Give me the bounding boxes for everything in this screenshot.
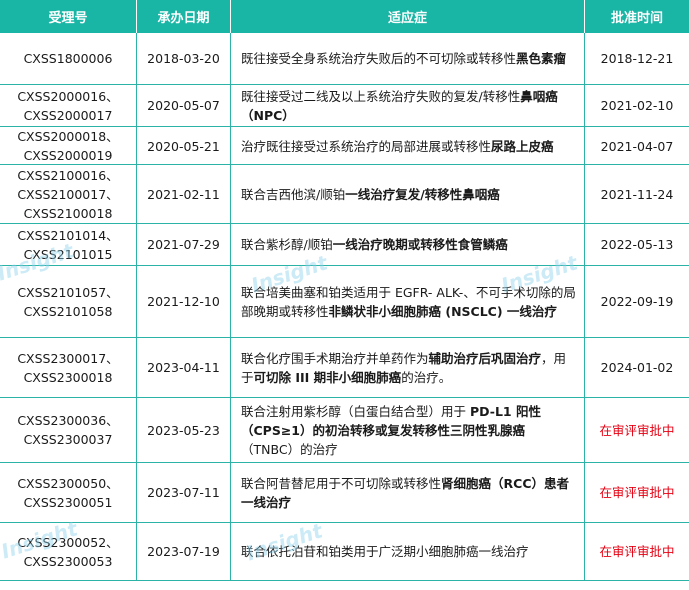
- indication-text: 联合依托泊苷和铂类用于广泛期小细胞肺癌一线治疗: [241, 544, 529, 559]
- cell-indication: 治疗既往接受过系统治疗的局部进展或转移性尿路上皮癌: [231, 127, 585, 165]
- cell-acceptance-id: CXSS2300017、 CXSS2300018: [0, 338, 137, 397]
- cell-acceptance-id: CXSS2300036、 CXSS2300037: [0, 398, 137, 462]
- table-row: CXSS2300017、 CXSS2300018 2023-04-11 联合化疗围手术…: [0, 338, 689, 398]
- table-row: CXSS1800006 2018-03-20 既往接受全身系统治疗失败后的不可切除或…: [0, 33, 689, 85]
- acceptance-id: CXSS2300052、: [17, 534, 119, 550]
- cell-approval-date: 2018-12-21: [600, 51, 674, 66]
- indication-text: 既往接受过二线及以上系统治疗失败的复发/转移性: [241, 88, 521, 104]
- cell-approval-date: 2022-05-13: [600, 237, 674, 252]
- indication-highlight: 一线治疗复发/转移性鼻咽癌: [345, 186, 500, 202]
- table-row: CXSS2000018、 CXSS2000019 2020-05-21 治疗既往接受过…: [0, 127, 689, 165]
- cell-indication: 联合紫杉醇/顺铂一线治疗晚期或转移性食管鳞癌: [231, 224, 585, 265]
- cell-date: 2021-07-29: [137, 224, 231, 265]
- indication-text: 联合紫杉醇/顺铂: [241, 237, 333, 252]
- table-row: CXSS2300050、 CXSS2300051 2023-07-11 联合阿昔替尼用…: [0, 463, 689, 523]
- header-approval: 批准时间: [610, 11, 663, 26]
- cell-approval-date: 2022-09-19: [600, 294, 674, 309]
- cell-indication: 联合依托泊苷和铂类用于广泛期小细胞肺癌一线治疗: [231, 523, 585, 580]
- cell-acceptance-id: CXSS1800006: [0, 33, 137, 84]
- cell-indication: 联合培美曲塞和铂类适用于 EGFR- ALK-、不可手术切除的局部晚期或转移性非…: [231, 266, 585, 337]
- indication-text: 联合化疗围手术期治疗并单药作为: [241, 350, 429, 366]
- cell-approval-date: 2021-02-10: [600, 98, 674, 113]
- indication-text: 联合注射用紫杉醇（白蛋白结合型）用于: [241, 403, 470, 419]
- cell-acceptance-id: CXSS2000018、 CXSS2000019: [0, 127, 137, 165]
- table-body: CXSS1800006 2018-03-20 既往接受全身系统治疗失败后的不可切除或…: [0, 33, 689, 581]
- acceptance-id: CXSS2000019: [23, 148, 113, 163]
- cell-date: 2023-07-11: [137, 463, 231, 522]
- indication-text: 联合吉西他滨/顺铂: [241, 186, 346, 202]
- acceptance-id: CXSS1800006: [23, 51, 113, 66]
- cell-acceptance-id: CXSS2101014、 CXSS2101015: [0, 224, 137, 265]
- cell-approval-date: 2021-11-24: [600, 186, 674, 202]
- indication-text: 的治疗。: [401, 369, 452, 385]
- cell-indication: 联合注射用紫杉醇（白蛋白结合型）用于 PD-L1 阳性（CPS≥1）的初治转移或…: [231, 398, 585, 462]
- acceptance-id: CXSS2101058: [23, 303, 113, 319]
- acceptance-id: CXSS2101057、: [17, 284, 119, 300]
- header-indication: 适应症: [231, 0, 585, 33]
- acceptance-id: CXSS2300051: [23, 494, 113, 510]
- cell-acceptance-id: CXSS2300052、 CXSS2300053: [0, 523, 137, 580]
- approval-pending: 在审评审批中: [599, 485, 675, 500]
- indication-text: 既往接受全身系统治疗失败后的不可切除或转移性: [241, 51, 517, 66]
- header-id: 受理号: [0, 0, 137, 33]
- acceptance-id: CXSS2100018: [23, 205, 113, 221]
- indication-highlight: 黑色素瘤: [516, 51, 567, 66]
- header-date: 承办日期: [137, 0, 231, 33]
- table-row: CXSS2101057、 CXSS2101058 2021-12-10 联合培美曲塞和…: [0, 266, 689, 338]
- cell-indication: 联合化疗围手术期治疗并单药作为辅助治疗后巩固治疗，用于可切除 III 期非小细胞…: [231, 338, 585, 397]
- table-row: CXSS2000016、 CXSS2000017 2020-05-07 既往接受过二线…: [0, 85, 689, 127]
- acceptance-id: CXSS2101014、: [17, 227, 119, 243]
- cell-date: 2021-12-10: [137, 266, 231, 337]
- table-row: CXSS2300036、 CXSS2300037 2023-05-23 联合注射用紫杉…: [0, 398, 689, 463]
- table-row: CXSS2100016、 CXSS2100017、 CXSS2100018 2021-…: [0, 165, 689, 224]
- table-row: CXSS2101014、 CXSS2101015 2021-07-29 联合紫杉醇/顺…: [0, 224, 689, 266]
- indication-highlight: 尿路上皮癌: [491, 138, 554, 154]
- acceptance-id: CXSS2300017、: [17, 350, 119, 366]
- cell-indication: 联合吉西他滨/顺铂一线治疗复发/转移性鼻咽癌: [231, 165, 585, 223]
- cell-approval-date: 2024-01-02: [600, 360, 674, 375]
- acceptance-id: CXSS2000017: [23, 107, 113, 123]
- acceptance-id: CXSS2000018、: [17, 129, 119, 144]
- cell-date: 2020-05-07: [137, 85, 231, 126]
- indication-text: 联合阿昔替尼用于不可切除或转移性: [241, 475, 442, 491]
- table-header: 受理号 承办日期 适应症 批准时间: [0, 0, 689, 33]
- approval-pending: 在审评审批中: [599, 422, 675, 438]
- acceptance-id: CXSS2100017、: [17, 186, 119, 202]
- indication-text: （TNBC）的治疗: [241, 441, 338, 457]
- acceptance-id: CXSS2300036、: [17, 413, 119, 428]
- cell-acceptance-id: CXSS2101057、 CXSS2101058: [0, 266, 137, 337]
- approval-table: 受理号 承办日期 适应症 批准时间 CXSS1800006 2018-03-20 既…: [0, 0, 689, 581]
- acceptance-id: CXSS2300018: [23, 369, 113, 385]
- indication-highlight: 可切除 III 期非小细胞肺癌: [253, 369, 402, 385]
- cell-date: 2023-07-19: [137, 523, 231, 580]
- acceptance-id: CXSS2101015: [23, 246, 113, 262]
- cell-indication: 既往接受过二线及以上系统治疗失败的复发/转移性鼻咽癌（NPC）: [231, 85, 585, 126]
- acceptance-id: CXSS2300053: [23, 553, 113, 569]
- cell-acceptance-id: CXSS2300050、 CXSS2300051: [0, 463, 137, 522]
- cell-indication: 联合阿昔替尼用于不可切除或转移性肾细胞癌（RCC）患者一线治疗: [231, 463, 585, 522]
- indication-text: 治疗既往接受过系统治疗的局部进展或转移性: [241, 138, 492, 154]
- cell-indication: 既往接受全身系统治疗失败后的不可切除或转移性黑色素瘤: [231, 33, 585, 84]
- cell-date: 2020-05-21: [137, 127, 231, 165]
- acceptance-id: CXSS2300037: [23, 432, 113, 447]
- acceptance-id: CXSS2300050、: [17, 475, 119, 491]
- cell-date: 2023-04-11: [137, 338, 231, 397]
- indication-highlight: 一线治疗晚期或转移性食管鳞癌: [332, 237, 508, 252]
- cell-acceptance-id: CXSS2100016、 CXSS2100017、 CXSS2100018: [0, 165, 137, 223]
- cell-date: 2018-03-20: [137, 33, 231, 84]
- indication-highlight: 非鳞状非小细胞肺癌 (NSCLC) 一线治疗: [328, 303, 557, 319]
- acceptance-id: CXSS2100016、: [17, 167, 119, 183]
- acceptance-id: CXSS2000016、: [17, 88, 119, 104]
- cell-approval-date: 2021-04-07: [600, 138, 674, 154]
- indication-highlight: 辅助治疗后巩固治疗: [428, 350, 542, 366]
- cell-date: 2021-02-11: [137, 165, 231, 223]
- cell-acceptance-id: CXSS2000016、 CXSS2000017: [0, 85, 137, 126]
- table-row: CXSS2300052、 CXSS2300053 2023-07-19 联合依托泊苷和…: [0, 523, 689, 581]
- cell-date: 2023-05-23: [137, 398, 231, 462]
- approval-pending: 在审评审批中: [599, 544, 675, 559]
